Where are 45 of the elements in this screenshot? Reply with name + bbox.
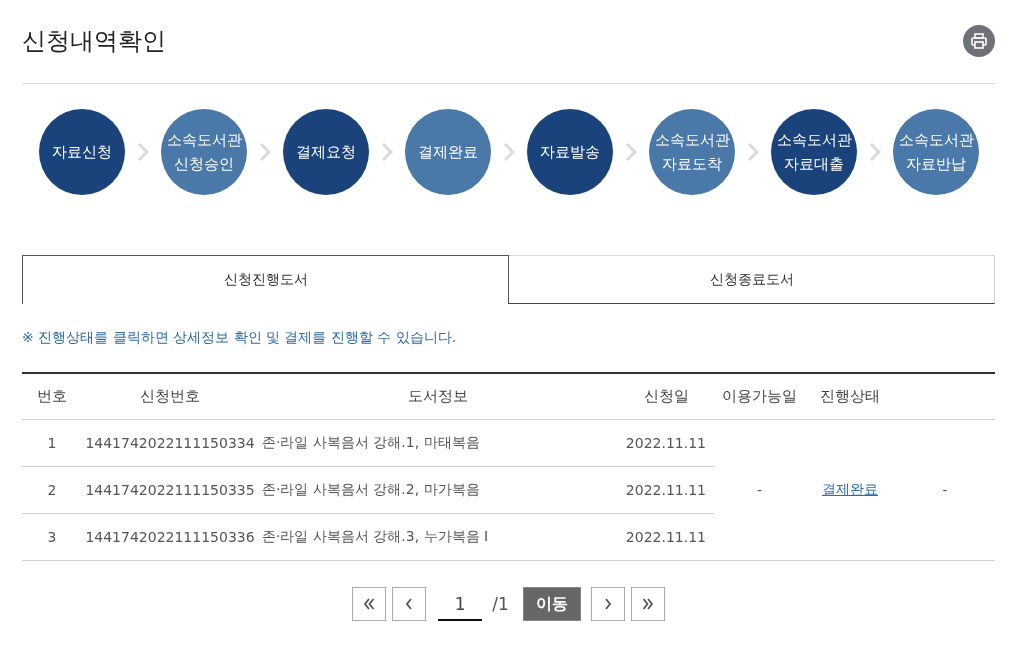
last-page-icon[interactable]: [630, 587, 665, 621]
column-header: 번호: [37, 387, 67, 405]
table-cell: 존·라일 사복음서 강해.1, 마태복음: [262, 434, 480, 450]
first-page-icon[interactable]: [352, 587, 387, 621]
table-cell: 2022.11.11: [625, 435, 706, 451]
table-cell: 1441742022111150335: [85, 482, 255, 498]
table-cell: -: [756, 482, 763, 498]
chevron-icon: [137, 142, 149, 162]
chevron-icon: [381, 142, 393, 162]
step-circle: 소속도서관 자료도착: [649, 109, 735, 195]
tab[interactable]: 신청진행도서: [22, 255, 509, 304]
column-header: 신청일: [643, 387, 689, 405]
table-cell: 2022.11.11: [625, 482, 706, 498]
chevron-icon: [869, 142, 881, 162]
notice-text: ※ 진행상태를 클릭하면 상세정보 확인 및 결제를 진행할 수 있습니다.: [22, 328, 458, 347]
column-header: 도서정보: [408, 387, 468, 405]
table-cell: 1: [47, 435, 57, 451]
table-cell: 2022.11.11: [625, 529, 706, 545]
chevron-icon: [259, 142, 271, 162]
chevron-icon: [503, 142, 515, 162]
table-cell: -: [942, 482, 948, 498]
step-circle: 결제완료: [405, 109, 491, 195]
page-title: 신청내역확인: [22, 25, 166, 57]
page-total: /1: [492, 594, 509, 614]
go-button[interactable]: 이동: [522, 587, 581, 621]
table-cell: 3: [47, 529, 57, 545]
table-cell: 2: [47, 482, 57, 498]
table-cell: 1441742022111150336: [85, 529, 255, 545]
table-cell: 1441742022111150334: [85, 435, 255, 451]
print-icon[interactable]: [963, 24, 995, 57]
tab[interactable]: 신청종료도서: [509, 255, 995, 304]
step-circle: 자료발송: [527, 109, 613, 195]
step-circle: 결제요청: [283, 109, 369, 195]
step-circle: 소속도서관 자료반납: [893, 109, 979, 195]
table-cell: 존·라일 사복음서 강해.3, 누가복음 I: [262, 528, 489, 544]
chevron-icon: [625, 142, 637, 162]
column-header: 진행상태: [820, 387, 880, 405]
status-link[interactable]: 결제완료: [822, 481, 878, 497]
table-cell: 존·라일 사복음서 강해.2, 마가복음: [262, 481, 480, 497]
column-header: 이용가능일: [722, 387, 797, 405]
step-circle: 소속도서관 자료대출: [771, 109, 857, 195]
step-circle: 소속도서관 신청승인: [161, 109, 247, 195]
step-circle: 자료신청: [39, 109, 125, 195]
column-header: 신청번호: [140, 387, 200, 405]
chevron-icon: [747, 142, 759, 162]
